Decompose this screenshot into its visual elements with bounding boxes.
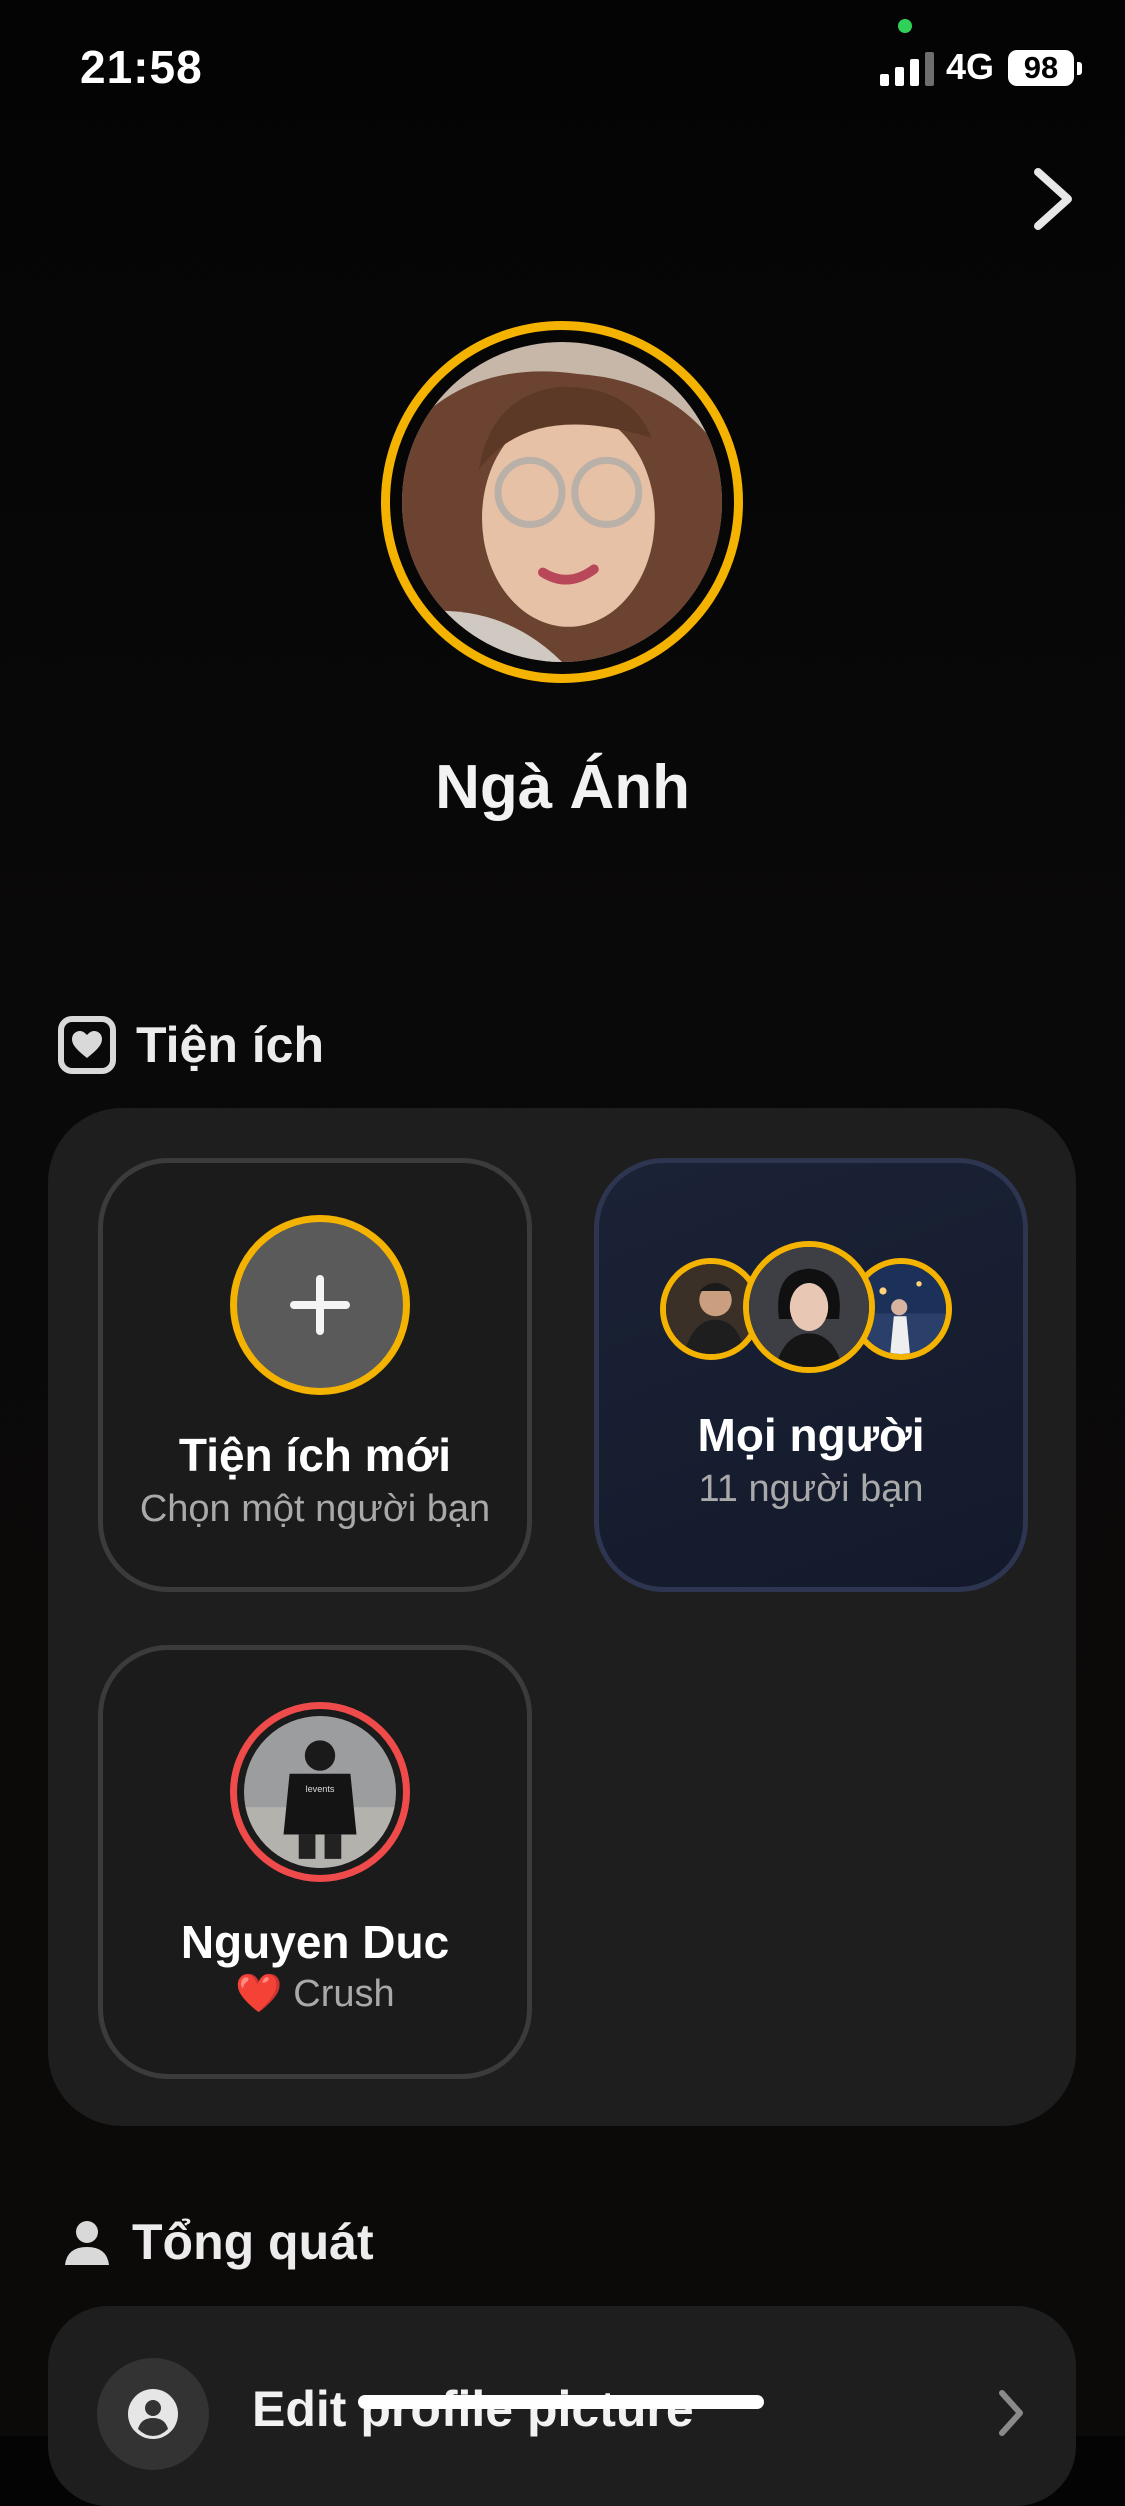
friend-avatar [743, 1241, 875, 1373]
friend-widget-relation: ❤️ Crush [103, 1972, 527, 2016]
plus-icon [230, 1215, 410, 1395]
everyone-widget-card[interactable]: Mọi người 11 người bạn [594, 1158, 1028, 1592]
battery-level: 98 [1023, 50, 1059, 85]
edit-profile-picture-label: Edit profile picture [252, 2381, 694, 2437]
everyone-widget-title: Mọi người [697, 1409, 925, 1461]
new-widget-subtitle: Chọn một người bạn [139, 1488, 491, 1530]
friend-widget-card[interactable]: levents Nguyen Duc ❤️ Crush [98, 1645, 532, 2079]
chevron-right-icon [999, 2390, 1023, 2436]
new-widget-title: Tiện ích mới [178, 1429, 452, 1481]
friend-widget-avatar: levents [230, 1702, 410, 1882]
new-widget-card[interactable]: Tiện ích mới Chọn một người bạn [98, 1158, 532, 1592]
profile-photo [402, 342, 722, 662]
widgets-section-title: Tiện ích [136, 1017, 325, 1073]
user-circle-icon [97, 2358, 209, 2470]
battery-icon: 98 [1008, 50, 1074, 86]
home-indicator[interactable] [358, 2395, 764, 2409]
everyone-widget-subtitle: 11 người bạn [698, 1468, 924, 1510]
status-time: 21:58 [80, 41, 203, 93]
relation-label: Crush [293, 1973, 395, 2015]
battery-tip [1077, 62, 1082, 75]
profile-name: Ngà Ánh [435, 753, 690, 822]
heart-widget-icon [58, 1016, 116, 1074]
friend-widget-name: Nguyen Duc [180, 1916, 450, 1968]
privacy-indicator-dot [898, 19, 912, 33]
profile-avatar[interactable] [381, 321, 743, 683]
chevron-right-icon[interactable] [1030, 166, 1076, 232]
heart-emoji-icon: ❤️ [235, 1973, 283, 2015]
network-type: 4G [946, 46, 995, 87]
general-section-title: Tổng quát [132, 2214, 374, 2270]
widgets-section-header: Tiện ích [58, 1016, 324, 1074]
signal-icon [880, 50, 936, 86]
person-icon [65, 2221, 109, 2265]
svg-text:levents: levents [306, 1784, 335, 1794]
general-section-header: Tổng quát [62, 2213, 374, 2271]
